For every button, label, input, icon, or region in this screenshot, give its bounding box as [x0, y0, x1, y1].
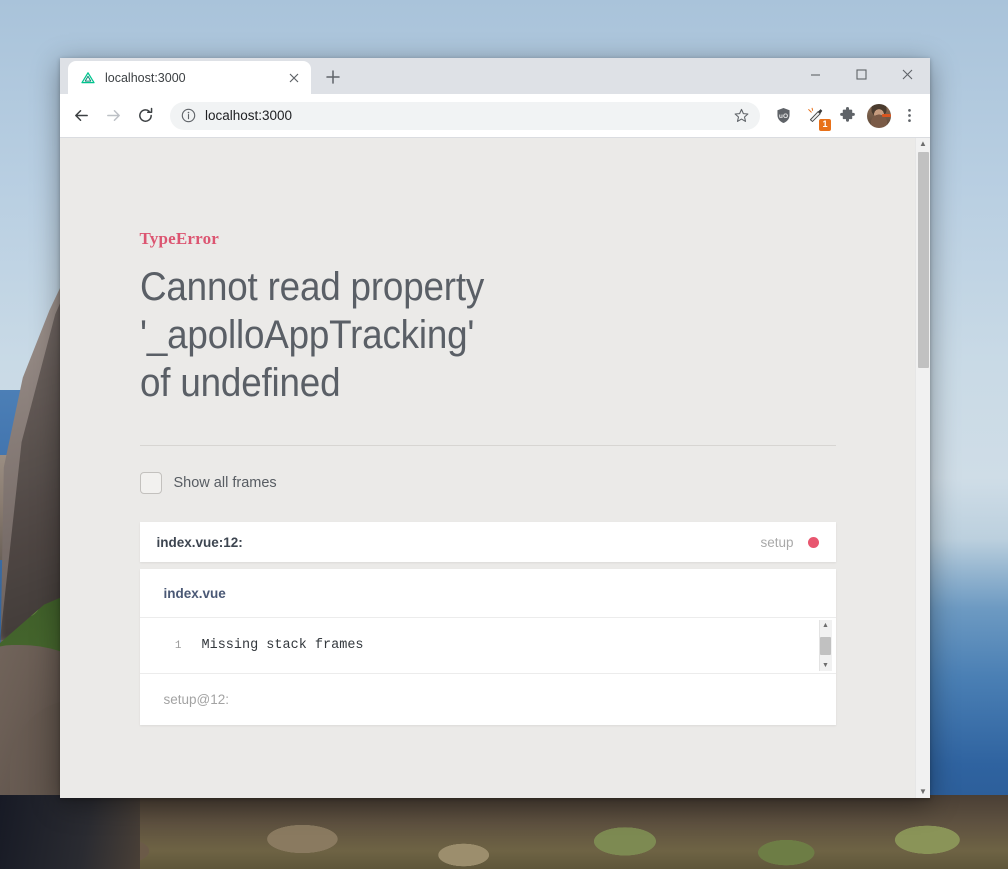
stack-frame-status-dot: [807, 536, 819, 548]
tab-title: localhost:3000: [105, 70, 186, 85]
stack-frame-function: setup: [760, 534, 794, 550]
site-info-icon[interactable]: [181, 108, 196, 123]
address-bar[interactable]: localhost:3000: [170, 101, 760, 130]
extension-wand-icon[interactable]: 1: [800, 101, 831, 131]
reload-icon[interactable]: [130, 101, 160, 131]
close-button[interactable]: [884, 58, 930, 90]
wallpaper-foreground-shadow: [0, 795, 140, 869]
error-message: Cannot read property '_apolloAppTracking…: [139, 265, 484, 405]
page-scroll-thumb[interactable]: [918, 152, 929, 368]
nuxt-logo-icon: [81, 71, 95, 83]
wallpaper-foreground-rocks: [0, 795, 1008, 869]
code-block: 1 Missing stack frames ▲ ▼: [139, 617, 836, 673]
page-scrollbar[interactable]: ▲ ▼: [915, 138, 930, 798]
window-controls: [792, 58, 930, 90]
desktop-wallpaper: localhost:3000 localhost:3000 uO 1 TypeE…: [0, 0, 1008, 869]
chrome-menu-icon[interactable]: [896, 101, 922, 131]
code-scroll-thumb[interactable]: [820, 636, 831, 655]
ublock-origin-icon[interactable]: uO: [768, 101, 798, 131]
code-scroll-up-icon[interactable]: ▲: [822, 622, 829, 629]
section-divider: [139, 445, 836, 446]
stack-frame-header[interactable]: index.vue:12: setup: [139, 522, 836, 562]
show-all-frames-checkbox[interactable]: [139, 472, 162, 494]
browser-tab[interactable]: localhost:3000: [68, 61, 311, 94]
tab-strip: localhost:3000: [60, 58, 930, 94]
page-scroll-down-icon[interactable]: ▼: [919, 788, 927, 796]
page-scroll-up-icon[interactable]: ▲: [919, 140, 927, 148]
svg-text:uO: uO: [778, 113, 787, 120]
profile-avatar[interactable]: [867, 103, 891, 128]
stack-frame-detail: index.vue 1 Missing stack frames ▲ ▼ set…: [139, 569, 836, 725]
show-all-frames-label: Show all frames: [173, 475, 277, 491]
stack-frame-file: index.vue:12:: [156, 534, 243, 550]
code-line-text: Missing stack frames: [201, 638, 364, 653]
page-viewport: TypeError Cannot read property '_apolloA…: [60, 138, 930, 798]
browser-toolbar: localhost:3000 uO 1: [60, 94, 930, 138]
code-line-number: 1: [174, 639, 182, 652]
forward-icon[interactable]: [98, 101, 128, 131]
code-scrollbar[interactable]: ▲ ▼: [818, 620, 832, 671]
minimize-button[interactable]: [792, 58, 838, 90]
maximize-button[interactable]: [838, 58, 884, 90]
browser-window: localhost:3000 localhost:3000 uO 1 TypeE…: [60, 58, 930, 798]
new-tab-icon[interactable]: [319, 63, 347, 91]
error-page: TypeError Cannot read property '_apolloA…: [60, 138, 915, 798]
extension-badge-count: 1: [819, 118, 831, 131]
code-scroll-down-icon[interactable]: ▼: [822, 662, 829, 669]
error-type-label: TypeError: [139, 229, 220, 248]
url-text[interactable]: localhost:3000: [205, 108, 719, 123]
close-tab-icon[interactable]: [285, 69, 303, 87]
extensions-puzzle-icon[interactable]: [832, 101, 862, 131]
back-icon[interactable]: [66, 101, 96, 131]
show-all-frames-row[interactable]: Show all frames: [139, 472, 836, 494]
detail-filename: index.vue: [163, 585, 226, 601]
bookmark-star-icon[interactable]: [728, 103, 754, 129]
detail-footer: setup@12:: [139, 673, 836, 725]
